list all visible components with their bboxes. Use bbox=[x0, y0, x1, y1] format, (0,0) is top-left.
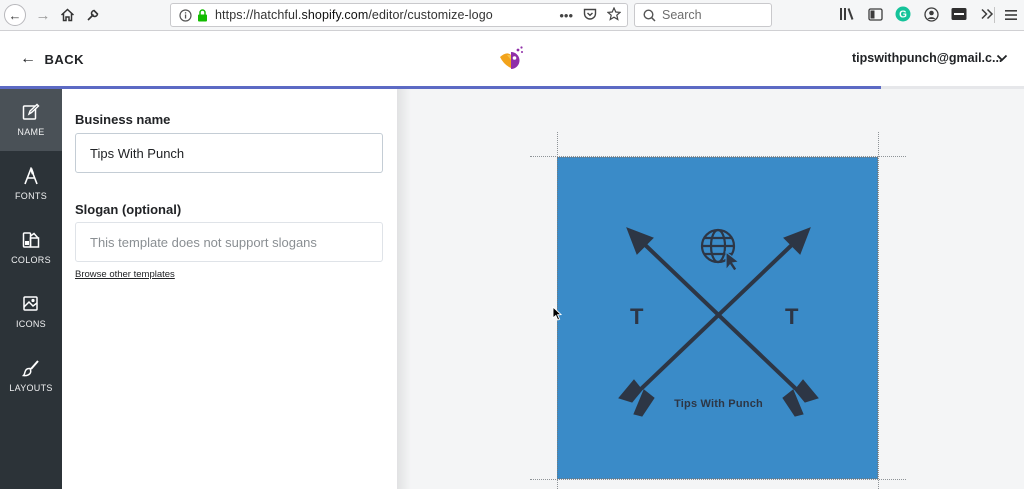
app-header: ← BACK tipswithpunch@gmail.c... bbox=[0, 31, 1024, 87]
search-bar[interactable]: Search bbox=[634, 3, 772, 27]
browser-toolbar: ← → https://hatchful.shopify.com/editor/… bbox=[0, 0, 1024, 31]
chevron-down-icon[interactable] bbox=[996, 50, 1008, 68]
url-domain: shopify.com bbox=[301, 8, 369, 22]
url-actions: ••• bbox=[559, 6, 622, 24]
sidebar-item-colors[interactable]: COLORS bbox=[0, 217, 62, 279]
slogan-label: Slogan (optional) bbox=[75, 202, 182, 217]
lock-icon bbox=[195, 8, 209, 22]
editor-sidebar: NAME FONTS COLORS ICONS LAYOUTS bbox=[0, 89, 62, 489]
font-icon bbox=[22, 166, 40, 191]
screen-recorder-icon[interactable] bbox=[950, 5, 968, 23]
account-circle-icon[interactable] bbox=[922, 5, 940, 23]
edit-icon bbox=[22, 103, 40, 127]
home-icon[interactable] bbox=[56, 4, 78, 26]
crossed-arrows-emblem bbox=[618, 227, 819, 417]
info-icon[interactable] bbox=[177, 7, 193, 23]
brush-icon bbox=[21, 359, 40, 383]
browse-templates-link[interactable]: Browse other templates bbox=[75, 269, 175, 280]
sidebar-toggle-icon[interactable] bbox=[866, 5, 884, 23]
sidebar-item-label: NAME bbox=[17, 127, 45, 137]
business-name-input[interactable] bbox=[75, 133, 383, 173]
svg-text:G: G bbox=[899, 10, 907, 21]
logo-canvas[interactable]: T T Tips With Punch bbox=[557, 157, 878, 479]
account-email[interactable]: tipswithpunch@gmail.c... bbox=[852, 51, 1002, 65]
browser-extensions: G bbox=[838, 5, 996, 23]
sidebar-item-fonts[interactable]: FONTS bbox=[0, 153, 62, 215]
panel-shadow bbox=[397, 89, 411, 489]
bookmark-star-icon[interactable] bbox=[606, 6, 622, 24]
sidebar-item-label: COLORS bbox=[11, 255, 51, 265]
pocket-icon[interactable] bbox=[583, 8, 597, 24]
back-button[interactable]: ← BACK bbox=[20, 50, 84, 68]
mouse-pointer-icon bbox=[552, 305, 563, 327]
url-text: https://hatchful.shopify.com/editor/cust… bbox=[215, 8, 493, 22]
back-label: BACK bbox=[44, 51, 85, 67]
sidebar-item-label: LAYOUTS bbox=[9, 383, 53, 393]
arrow-left-icon: ← bbox=[20, 50, 37, 67]
business-name-label: Business name bbox=[75, 112, 171, 127]
search-icon bbox=[643, 8, 656, 22]
grammarly-icon[interactable]: G bbox=[894, 5, 912, 23]
sidebar-item-label: FONTS bbox=[15, 191, 47, 201]
slogan-input[interactable] bbox=[75, 222, 383, 262]
toolbar-divider bbox=[994, 7, 995, 23]
sidebar-item-layouts[interactable]: LAYOUTS bbox=[0, 345, 62, 407]
back-arrow-icon[interactable]: ← bbox=[4, 4, 26, 26]
library-icon[interactable] bbox=[838, 5, 856, 23]
logo-business-name: Tips With Punch bbox=[674, 398, 763, 410]
sidebar-item-name[interactable]: NAME bbox=[0, 89, 62, 151]
wrench-icon[interactable] bbox=[82, 4, 104, 26]
url-prefix: https://hatchful. bbox=[215, 8, 302, 22]
forward-arrow-icon[interactable]: → bbox=[32, 4, 54, 26]
palette-icon bbox=[22, 231, 40, 255]
url-path: /editor/customize-logo bbox=[368, 8, 493, 22]
hamburger-menu-icon[interactable] bbox=[1002, 6, 1020, 24]
logo-letter-right: T bbox=[785, 304, 799, 329]
page-actions-icon[interactable]: ••• bbox=[559, 8, 573, 23]
search-placeholder: Search bbox=[662, 8, 702, 22]
shapes-icon bbox=[22, 295, 40, 319]
address-bar[interactable]: https://hatchful.shopify.com/editor/cust… bbox=[170, 3, 628, 27]
sidebar-item-label: ICONS bbox=[15, 319, 46, 329]
name-form-panel: Business name Slogan (optional) Browse o… bbox=[62, 89, 397, 489]
sidebar-item-icons[interactable]: ICONS bbox=[0, 281, 62, 343]
hatchful-logo[interactable] bbox=[497, 43, 527, 73]
logo-letter-left: T bbox=[630, 304, 644, 329]
